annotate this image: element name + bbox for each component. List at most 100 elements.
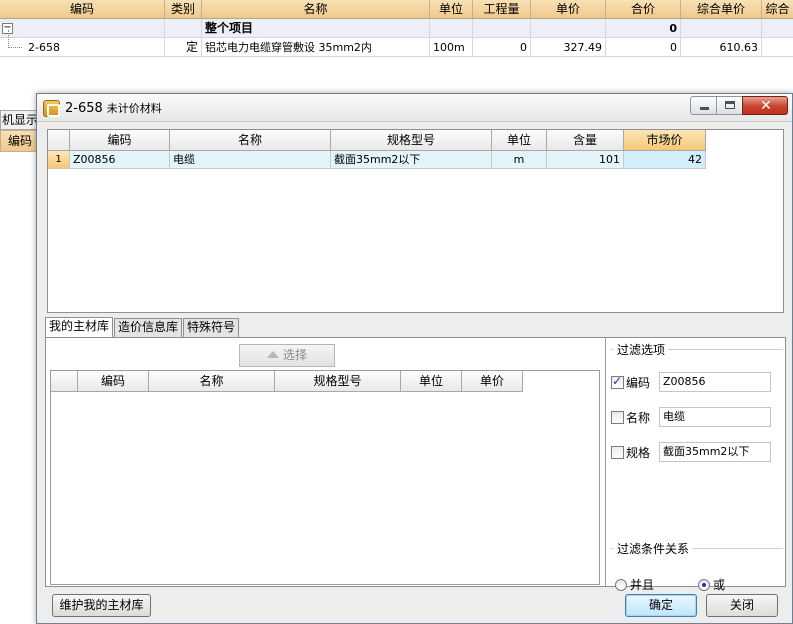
- cell-qty: 0: [473, 38, 531, 57]
- dialog-title-code: 2-658: [65, 101, 103, 116]
- relation-and-radio[interactable]: [615, 579, 627, 591]
- background-tab[interactable]: 机显示: [0, 110, 40, 130]
- cell-code: [0, 19, 165, 38]
- maximize-icon: [725, 101, 735, 109]
- window-controls: ✕: [690, 96, 788, 116]
- cell-comp: [762, 38, 793, 57]
- row-number-header: [48, 130, 70, 151]
- col-header-qty[interactable]: 工程量: [473, 0, 531, 19]
- minimize-icon: [700, 107, 709, 110]
- tree-line: [8, 47, 22, 48]
- cell-total: 0: [606, 19, 681, 38]
- select-button-label: 选择: [282, 348, 307, 362]
- close-button[interactable]: 关闭: [706, 594, 778, 617]
- col-header-content[interactable]: 含量: [547, 130, 624, 151]
- dialog-title-sub: 未计价材料: [106, 102, 162, 115]
- col-header-unit[interactable]: 单位: [430, 0, 473, 19]
- cell-name: 铝芯电力电缆穿管敷设 35mm2内: [202, 38, 430, 57]
- cell-total: 0: [606, 38, 681, 57]
- filter-spec-checkbox[interactable]: [611, 445, 624, 459]
- filter-code-checkbox[interactable]: [611, 374, 624, 389]
- col-header-unit[interactable]: 单位: [492, 130, 547, 151]
- dialog-titlebar[interactable]: 2-658 未计价材料 ✕: [37, 94, 792, 122]
- cell-type: 定: [165, 38, 202, 57]
- filter-name-row: 名称 电缆: [611, 407, 771, 427]
- col-header-spec[interactable]: 规格型号: [275, 371, 401, 392]
- row-number-header: [51, 371, 78, 392]
- col-header-price[interactable]: 单价: [531, 0, 606, 19]
- col-header-spec[interactable]: 规格型号: [331, 130, 492, 151]
- col-header-unit[interactable]: 单位: [401, 371, 462, 392]
- col-header-comp-price[interactable]: 综合单价: [681, 0, 762, 19]
- close-window-button[interactable]: ✕: [742, 96, 788, 115]
- cell-name: 整个项目: [202, 19, 430, 38]
- relation-or-label: 或: [713, 578, 726, 592]
- col-header-name[interactable]: 名称: [202, 0, 430, 19]
- filter-relation-title: 过滤条件关系: [614, 540, 693, 557]
- cell-comp-price: 610.63: [681, 38, 762, 57]
- tree-line: [8, 30, 9, 48]
- filter-spec-input[interactable]: 截面35mm2以下: [659, 442, 771, 462]
- table-row[interactable]: 2-658 定 铝芯电力电缆穿管敷设 35mm2内 100m 0 327.49 …: [0, 38, 793, 57]
- select-button[interactable]: 选择: [239, 344, 335, 367]
- filter-spec-row: 规格 截面35mm2以下: [611, 442, 771, 462]
- minimize-button[interactable]: [690, 96, 717, 115]
- col-header-market-price[interactable]: 市场价: [624, 130, 706, 151]
- col-header-code[interactable]: 编码: [78, 371, 149, 392]
- table-row[interactable]: − 整个项目 0: [0, 19, 793, 38]
- col-header-type[interactable]: 类别: [165, 0, 202, 19]
- cell-price: [531, 19, 606, 38]
- col-header-comp[interactable]: 综合: [762, 0, 793, 19]
- relation-and-option[interactable]: 并且: [615, 576, 654, 593]
- library-grid: 编码 名称 规格型号 单位 单价: [50, 370, 600, 585]
- row-number: 1: [48, 151, 70, 169]
- filter-name-checkbox[interactable]: [611, 410, 624, 424]
- tab-price-info-library[interactable]: 造价信息库: [114, 318, 183, 337]
- ok-button[interactable]: 确定: [625, 594, 697, 617]
- col-header-total[interactable]: 合价: [606, 0, 681, 19]
- app-icon: [43, 100, 60, 117]
- cell-spec[interactable]: 截面35mm2以下: [331, 151, 492, 169]
- library-tabs: 我的主材库 造价信息库 特殊符号: [45, 317, 240, 338]
- filter-code-row: 编码 Z00856: [611, 372, 771, 392]
- cell-content[interactable]: 101: [547, 151, 624, 169]
- background-column-header[interactable]: 编码: [0, 130, 40, 152]
- col-header-code[interactable]: 编码: [0, 0, 165, 19]
- filter-code-input[interactable]: Z00856: [659, 372, 771, 392]
- cell-comp: [762, 19, 793, 38]
- tab-panel: 选择 编码 名称 规格型号 单位 单价 过滤选项 编码 Z00856: [45, 337, 786, 592]
- tab-my-material-library[interactable]: 我的主材库: [45, 317, 114, 338]
- cell-name[interactable]: 电缆: [170, 151, 331, 169]
- material-grid: 编码 名称 规格型号 单位 含量 市场价 1 Z00856 电缆 截面35mm2…: [47, 129, 784, 313]
- maintain-library-button[interactable]: 维护我的主材库: [52, 594, 151, 617]
- library-grid-header: 编码 名称 规格型号 单位 单价: [51, 371, 599, 392]
- background-grid: 编码 类别 名称 单位 工程量 单价 合价 综合单价 综合 − 整个项目 0 2…: [0, 0, 793, 58]
- dialog-title: 2-658 未计价材料: [65, 100, 162, 116]
- background-grid-header: 编码 类别 名称 单位 工程量 单价 合价 综合单价 综合: [0, 0, 793, 19]
- cell-code: 2-658: [0, 38, 165, 57]
- filter-name-input[interactable]: 电缆: [659, 407, 771, 427]
- filter-code-label: 编码: [626, 375, 651, 390]
- tab-special-symbols[interactable]: 特殊符号: [183, 318, 240, 337]
- relation-or-radio[interactable]: [698, 579, 710, 591]
- filter-spec-label: 规格: [626, 445, 651, 460]
- cell-qty: [473, 19, 531, 38]
- arrow-up-icon: [266, 351, 279, 358]
- col-header-price[interactable]: 单价: [462, 371, 523, 392]
- filter-panel: 过滤选项 编码 Z00856 名称 电缆 规格 截面35mm2以下 过滤条件关系: [605, 338, 785, 592]
- col-header-code[interactable]: 编码: [70, 130, 170, 151]
- cell-unit: [430, 19, 473, 38]
- cell-code[interactable]: Z00856: [70, 151, 170, 169]
- cell-type: [165, 19, 202, 38]
- material-grid-header: 编码 名称 规格型号 单位 含量 市场价: [48, 130, 706, 151]
- maximize-button[interactable]: [716, 96, 743, 115]
- cell-market-price[interactable]: 42: [624, 151, 706, 169]
- relation-and-label: 并且: [630, 578, 655, 592]
- table-row[interactable]: 1 Z00856 电缆 截面35mm2以下 m 101 42: [48, 151, 706, 169]
- cell-price: 327.49: [531, 38, 606, 57]
- col-header-name[interactable]: 名称: [170, 130, 331, 151]
- col-header-name[interactable]: 名称: [149, 371, 275, 392]
- filter-options-title: 过滤选项: [614, 341, 669, 358]
- relation-or-option[interactable]: 或: [698, 576, 725, 593]
- cell-unit[interactable]: m: [492, 151, 547, 169]
